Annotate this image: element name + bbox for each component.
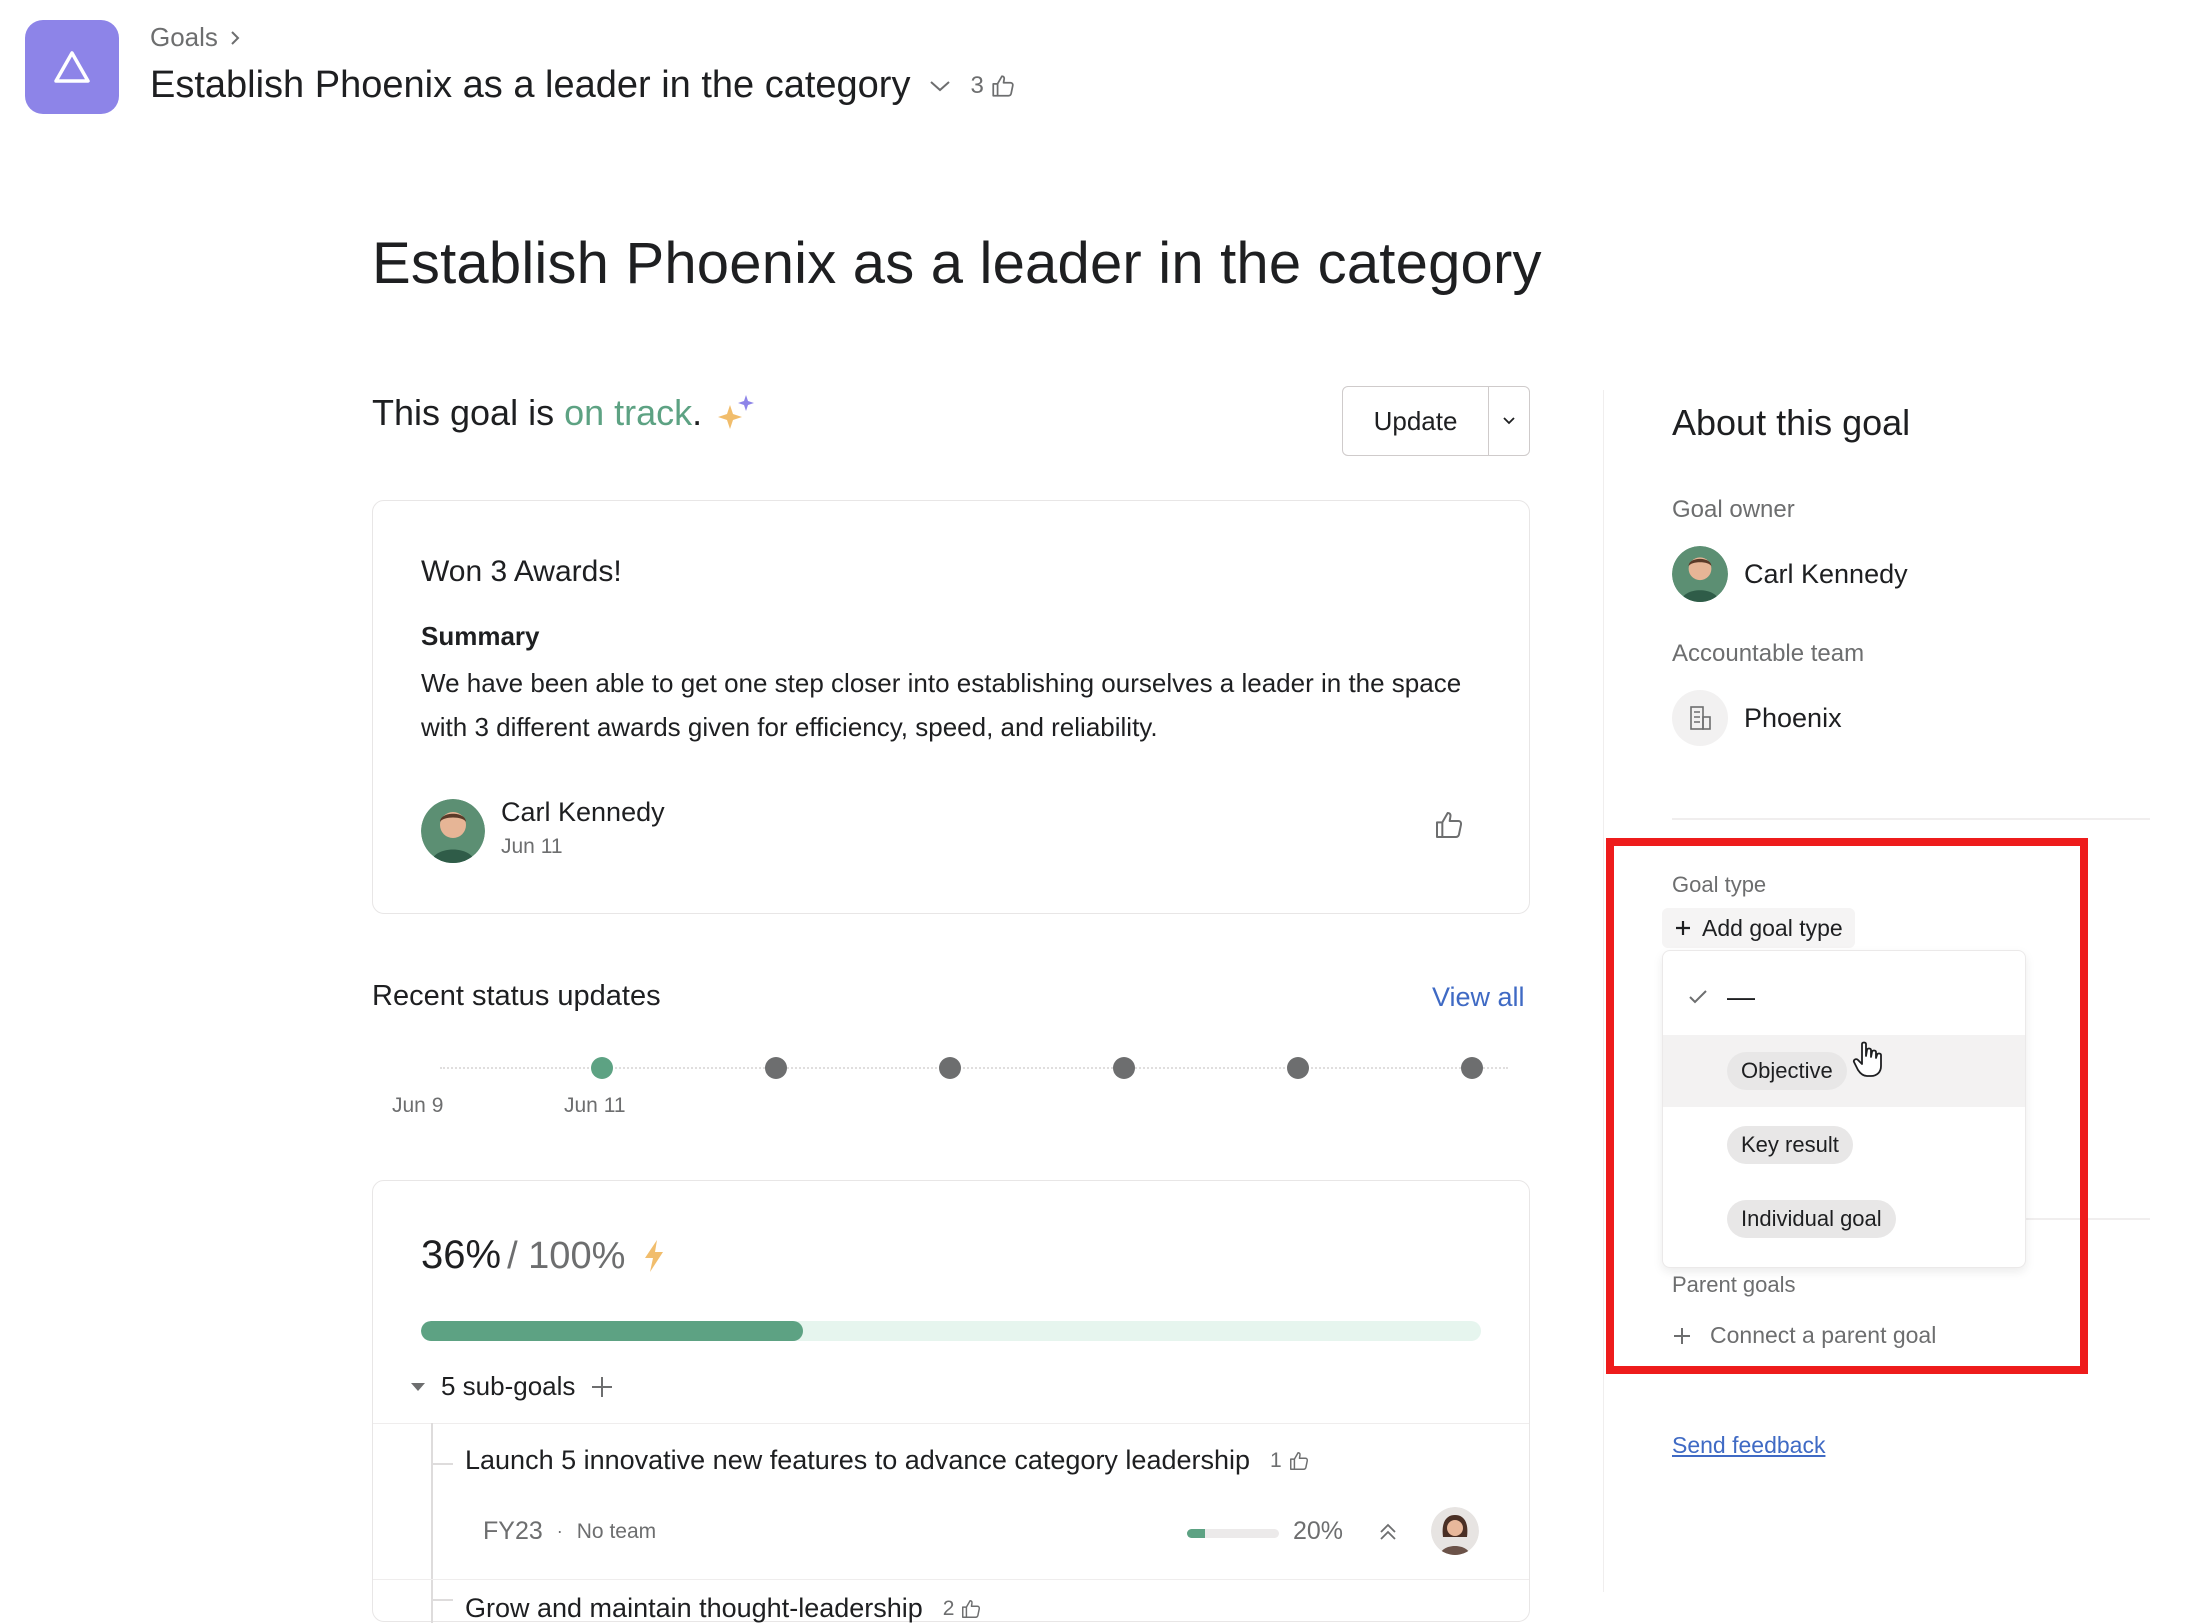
timeline-label: Jun 9: [392, 1094, 444, 1117]
highlight-box: [1606, 838, 2088, 1374]
timeline-dot[interactable]: [1113, 1057, 1135, 1079]
triangle-icon: [54, 51, 90, 83]
send-feedback-link[interactable]: Send feedback: [1672, 1432, 1825, 1459]
sparkle-icon: [716, 393, 756, 433]
timeline-label: Jun 11: [564, 1094, 626, 1117]
breadcrumb-goals[interactable]: Goals: [150, 22, 218, 53]
update-button[interactable]: Update: [1342, 386, 1530, 456]
subgoals-toggle[interactable]: 5 sub-goals: [409, 1371, 615, 1402]
sidebar-separator: [1603, 390, 1604, 1592]
progress-total: / 100%: [507, 1235, 626, 1277]
subgoal-period: FY23: [483, 1517, 543, 1545]
thumbs-up-icon: [962, 1599, 981, 1618]
subgoal-row[interactable]: Grow and maintain thought-leadership 2: [465, 1593, 982, 1624]
progress-card: 36% / 100% 5 sub-goals Launch 5 innovati…: [372, 1180, 1530, 1624]
subgoal-like-button[interactable]: 1: [1270, 1449, 1310, 1473]
header-title-row: Establish Phoenix as a leader in the cat…: [150, 64, 1016, 107]
subgoal-title[interactable]: Launch 5 innovative new features to adva…: [465, 1445, 1250, 1476]
progress-summary: 36% / 100%: [421, 1233, 667, 1278]
status-timeline: Jun 9 Jun 11: [372, 1040, 1528, 1130]
recent-updates-heading: Recent status updates: [372, 980, 661, 1012]
tree-branch: [431, 1599, 453, 1601]
meta-separator: ·: [556, 1521, 563, 1541]
header-like-count: 3: [970, 71, 984, 99]
project-icon[interactable]: [25, 20, 119, 114]
summary-heading: Summary: [421, 621, 540, 651]
subgoal-like-button[interactable]: 2: [943, 1597, 983, 1621]
breadcrumb[interactable]: Goals: [150, 22, 242, 53]
header-like-button[interactable]: 3: [970, 72, 1015, 100]
avatar[interactable]: [421, 799, 485, 863]
view-all-link[interactable]: View all: [1432, 982, 1525, 1013]
update-date: Jun 11: [501, 835, 563, 858]
goal-owner-label: Goal owner: [1672, 496, 1795, 523]
accountable-team-name[interactable]: Phoenix: [1744, 703, 1842, 734]
subgoal-progress-bar: [1187, 1529, 1279, 1538]
team-building-icon: [1672, 690, 1728, 746]
goal-owner-name[interactable]: Carl Kennedy: [1744, 559, 1908, 590]
tree-line: [431, 1423, 433, 1623]
thumbs-up-icon: [1289, 1451, 1308, 1470]
timeline-dot[interactable]: [1287, 1057, 1309, 1079]
progress-current: 36%: [421, 1233, 502, 1277]
thumbs-up-icon: [992, 74, 1014, 97]
chevron-down-icon[interactable]: [928, 78, 952, 94]
status-update-title: Won 3 Awards!: [421, 555, 622, 588]
subgoals-label[interactable]: 5 sub-goals: [441, 1371, 575, 1402]
timeline-dot[interactable]: [1461, 1057, 1483, 1079]
subgoal-like-count: 2: [942, 1596, 955, 1620]
accountable-team[interactable]: Phoenix: [1672, 690, 1842, 746]
plus-icon[interactable]: [589, 1374, 615, 1400]
avatar[interactable]: [1431, 1507, 1479, 1555]
tree-branch: [431, 1463, 453, 1465]
divider: [1672, 818, 2150, 820]
avatar: [1672, 546, 1728, 602]
timeline-dot[interactable]: [591, 1057, 613, 1079]
status-suffix: .: [692, 392, 703, 433]
timeline-dot[interactable]: [765, 1057, 787, 1079]
page-title: Establish Phoenix as a leader in the cat…: [372, 231, 1542, 296]
header-title: Establish Phoenix as a leader in the cat…: [150, 64, 911, 106]
status-value: on track: [564, 392, 693, 433]
progress-bar: [421, 1321, 1481, 1341]
status-update-card[interactable]: Won 3 Awards! Summary We have been able …: [372, 500, 1530, 914]
chevron-right-icon: [231, 30, 240, 45]
subgoal-like-count: 1: [1270, 1448, 1282, 1472]
divider: [373, 1579, 1529, 1580]
update-button-label[interactable]: Update: [1343, 387, 1489, 455]
subgoal-title[interactable]: Grow and maintain thought-leadership: [465, 1593, 923, 1624]
like-button[interactable]: [1433, 809, 1465, 846]
caret-down-icon[interactable]: [409, 1381, 427, 1393]
subgoal-row[interactable]: Launch 5 innovative new features to adva…: [465, 1445, 1310, 1476]
subgoal-team: No team: [576, 1519, 657, 1543]
subgoal-progress-fill: [1187, 1529, 1206, 1538]
chevron-down-icon: [1503, 417, 1515, 425]
status-prefix: This goal is: [372, 392, 555, 433]
goal-owner[interactable]: Carl Kennedy: [1672, 546, 1908, 602]
divider: [373, 1423, 1529, 1424]
timeline-dot[interactable]: [939, 1057, 961, 1079]
author-name[interactable]: Carl Kennedy: [501, 797, 665, 828]
subgoal-meta: FY23 · No team: [483, 1517, 656, 1546]
update-dropdown-button[interactable]: [1489, 387, 1529, 455]
status-line: This goal is on track .: [372, 392, 756, 434]
lightning-icon: [641, 1239, 667, 1273]
thumbs-up-icon: [1436, 812, 1463, 838]
subgoal-percent: 20%: [1293, 1517, 1344, 1545]
summary-text: We have been able to get one step closer…: [421, 668, 1462, 742]
about-heading: About this goal: [1672, 402, 1911, 443]
progress-bar-fill: [421, 1321, 803, 1341]
accountable-team-label: Accountable team: [1672, 640, 1865, 667]
arrows-up-icon: [1377, 1521, 1399, 1548]
